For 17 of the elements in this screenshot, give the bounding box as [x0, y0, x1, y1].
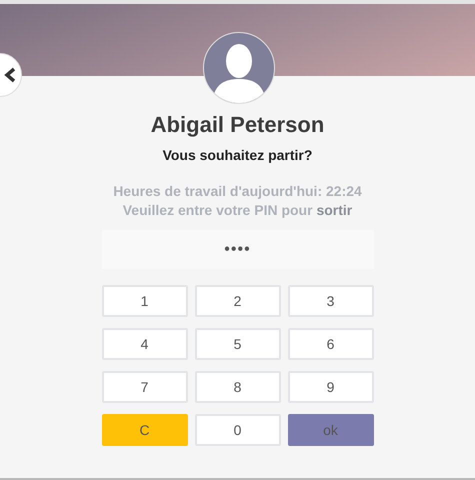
instruction-text: Veuillez entre votre PIN pour sortir — [122, 201, 352, 220]
digit-button[interactable]: 3 — [288, 285, 374, 317]
digit-button[interactable]: 4 — [102, 328, 188, 360]
digit-button[interactable]: 9 — [288, 371, 374, 403]
digit-button[interactable]: 2 — [194, 285, 280, 317]
employee-name: Abigail Peterson — [150, 112, 324, 138]
clear-button[interactable]: C — [102, 414, 188, 446]
pin-field[interactable]: •••• — [102, 230, 374, 269]
digit-button[interactable]: 5 — [194, 328, 280, 360]
digit-button[interactable]: 6 — [288, 328, 374, 360]
hours-text: Heures de travail d'aujourd'hui: 22:24 — [113, 182, 362, 201]
digit-button[interactable]: 0 — [194, 414, 280, 446]
back-chevron-icon — [4, 67, 16, 83]
digit-button[interactable]: 8 — [194, 371, 280, 403]
question-text: Vous souhaitez partir? — [162, 146, 312, 164]
digit-button[interactable]: 1 — [102, 285, 188, 317]
digit-button[interactable]: 7 — [102, 371, 188, 403]
